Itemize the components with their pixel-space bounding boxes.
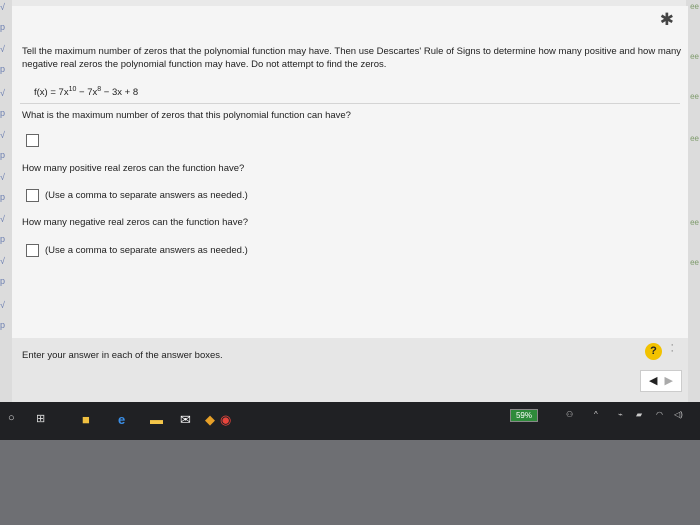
- answer-box-negative-zeros[interactable]: [26, 244, 39, 257]
- enter-answer-instruction: Enter your answer in each of the answer …: [22, 350, 223, 361]
- question-negative-zeros: How many negative real zeros can the fun…: [22, 217, 249, 228]
- footer-bar: Enter your answer in each of the answer …: [12, 338, 688, 402]
- gear-icon[interactable]: ✱: [660, 10, 674, 30]
- question-instructions: Tell the maximum number of zeros that th…: [22, 46, 682, 70]
- task-view-icon[interactable]: ⊞: [36, 412, 45, 425]
- answer-box-max-zeros[interactable]: [26, 134, 39, 147]
- chrome-icon[interactable]: ◉: [220, 412, 231, 428]
- browser-screen: √ p √ p √ p √ p √ p √ p √ p √ p ee ee ee…: [0, 0, 700, 402]
- arrow-left-icon[interactable]: ◀: [649, 374, 657, 387]
- people-icon[interactable]: ⚇: [566, 410, 573, 419]
- question-panel: ✱ Tell the maximum number of zeros that …: [12, 6, 688, 339]
- volume-icon[interactable]: ◁): [674, 410, 683, 419]
- hint-positive: (Use a comma to separate answers as need…: [45, 190, 248, 201]
- answer-box-positive-zeros[interactable]: [26, 189, 39, 202]
- network-icon[interactable]: ⌁: [618, 410, 623, 419]
- question-positive-zeros: How many positive real zeros can the fun…: [22, 163, 245, 174]
- chevron-up-icon[interactable]: ^: [594, 410, 598, 419]
- hint-negative: (Use a comma to separate answers as need…: [45, 245, 248, 256]
- polynomial-function: f(x) = 7x10 − 7x8 − 3x + 8: [34, 86, 139, 99]
- question-max-zeros: What is the maximum number of zeros that…: [22, 110, 351, 121]
- right-background-strip: ee ee ee ee ee ee: [686, 0, 700, 402]
- left-background-strip: √ p √ p √ p √ p √ p √ p √ p √ p: [0, 0, 12, 402]
- battery-tray-icon[interactable]: ▰: [636, 410, 642, 419]
- edge-icon[interactable]: e: [118, 412, 125, 427]
- more-options-icon[interactable]: · ·: [670, 340, 674, 357]
- mail-icon[interactable]: ✉: [180, 412, 191, 428]
- help-button[interactable]: ?: [645, 343, 662, 360]
- battery-indicator[interactable]: 59%: [510, 409, 538, 422]
- windows-taskbar: ○ ⊞ ■ e ▬ ✉ ◆ ◉: [0, 402, 700, 440]
- question-navigation: ◀ ▶: [640, 370, 682, 392]
- wifi-icon[interactable]: ◠: [656, 410, 663, 419]
- arrow-right-icon[interactable]: ▶: [665, 374, 673, 387]
- file-explorer-icon[interactable]: ▬: [150, 412, 163, 427]
- app-icon[interactable]: ◆: [205, 412, 215, 428]
- search-icon[interactable]: ○: [8, 412, 15, 424]
- divider: [20, 103, 680, 104]
- store-icon[interactable]: ■: [82, 412, 90, 427]
